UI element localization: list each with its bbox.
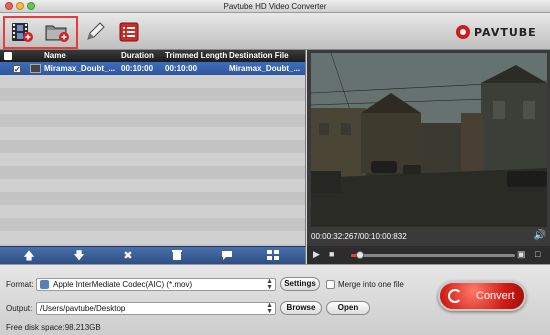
up-arrow-icon[interactable]: 🡅	[22, 249, 36, 263]
empty-row	[0, 75, 305, 88]
empty-row	[0, 140, 305, 153]
output-path-field[interactable]: /Users/pavtube/Desktop ▲ ▼	[36, 302, 276, 315]
timecode-display: 00:00:32:267/00:10:00:832	[311, 232, 407, 241]
edit-button[interactable]	[84, 21, 108, 43]
format-select[interactable]: Apple InterMediate Codec(AIC) (*.mov) ▲ ▼	[36, 278, 276, 291]
pavtube-logo-icon	[456, 25, 470, 39]
video-thumbnail-icon	[30, 64, 41, 73]
empty-row	[0, 231, 305, 244]
format-value: Apple InterMediate Codec(AIC) (*.mov)	[53, 280, 193, 289]
row-duration: 00:10:00	[121, 64, 154, 73]
window-title: Pavtube HD Video Converter	[223, 2, 327, 11]
table-row[interactable]: Miramax_Doubt_... 00:10:00 00:10:00 Mira…	[0, 62, 305, 76]
title-bar: Pavtube HD Video Converter	[0, 0, 550, 13]
dropdown-arrows-icon: ▲ ▼	[266, 278, 273, 291]
video-frame-image	[311, 53, 547, 227]
output-label: Output:	[6, 304, 33, 313]
merge-icon[interactable]	[266, 249, 280, 263]
maximize-window-button[interactable]	[27, 2, 35, 10]
empty-row	[0, 166, 305, 179]
task-list-button[interactable]	[118, 21, 142, 43]
column-duration[interactable]: Duration	[121, 50, 154, 62]
seek-handle[interactable]	[355, 251, 364, 259]
empty-row	[0, 192, 305, 205]
convert-label: Convert	[476, 290, 515, 302]
video-preview[interactable]	[311, 53, 547, 227]
row-trimmed: 00:10:00	[165, 64, 198, 73]
window-controls	[5, 2, 35, 10]
convert-icon	[448, 289, 462, 303]
minimize-window-button[interactable]	[16, 2, 24, 10]
merge-label: Merge into one file	[338, 280, 404, 289]
add-video-button[interactable]	[10, 21, 34, 43]
remove-icon[interactable]: ✖	[121, 249, 135, 263]
preview-panel: 00:00:32:267/00:10:00:832 🔊 ▶ ■ ▣ □	[307, 50, 550, 264]
column-name[interactable]: Name	[44, 50, 66, 62]
row-name: Miramax_Doubt_...	[44, 64, 116, 73]
browse-button[interactable]: Browse	[280, 301, 322, 315]
format-icon	[40, 280, 49, 290]
row-destination: Miramax_Doubt_...	[229, 64, 301, 73]
output-panel: Format: Apple InterMediate Codec(AIC) (*…	[0, 264, 550, 335]
snapshot-icon[interactable]: ▣	[517, 249, 526, 260]
close-window-button[interactable]	[5, 2, 13, 10]
list-action-bar: 🡅 🡇 ✖	[0, 246, 306, 264]
seek-bar[interactable]	[351, 254, 515, 257]
file-list: Name Duration Trimmed Length Destination…	[0, 50, 306, 246]
select-all-checkbox[interactable]	[4, 52, 12, 60]
format-label: Format:	[6, 280, 34, 289]
column-trimmed-length[interactable]: Trimmed Length	[165, 50, 227, 62]
list-icon	[119, 22, 139, 42]
empty-rows	[0, 75, 305, 246]
trash-icon[interactable]	[170, 249, 184, 263]
convert-button[interactable]: Convert	[438, 281, 526, 311]
open-button[interactable]: Open	[326, 301, 370, 315]
row-checkbox[interactable]	[13, 63, 21, 76]
empty-row	[0, 114, 305, 127]
empty-row	[0, 179, 305, 192]
merge-checkbox[interactable]	[326, 280, 335, 289]
comment-icon[interactable]	[220, 249, 234, 263]
column-destination-file[interactable]: Destination File	[229, 50, 289, 62]
free-disk-space: Free disk space:98.213GB	[6, 323, 101, 332]
pencil-icon	[87, 22, 105, 40]
empty-row	[0, 127, 305, 140]
toolbar: PAVTUBE	[0, 13, 550, 50]
empty-row	[0, 88, 305, 101]
dropdown-arrows-icon: ▲ ▼	[266, 302, 273, 315]
settings-button[interactable]: Settings	[280, 277, 320, 291]
volume-icon[interactable]: 🔊	[534, 230, 546, 241]
down-arrow-icon[interactable]: 🡇	[72, 249, 86, 263]
play-icon[interactable]: ▶	[313, 249, 320, 260]
brand-logo: PAVTUBE	[456, 25, 537, 39]
film-add-icon	[12, 23, 33, 42]
empty-row	[0, 205, 305, 218]
empty-row	[0, 153, 305, 166]
brand-text: PAVTUBE	[474, 25, 537, 39]
empty-row	[0, 101, 305, 114]
stop-icon[interactable]: ■	[329, 249, 334, 259]
empty-row	[0, 218, 305, 231]
add-folder-button[interactable]	[44, 21, 69, 43]
open-folder-icon[interactable]: □	[535, 249, 540, 259]
list-header: Name Duration Trimmed Length Destination…	[0, 50, 305, 62]
output-path-value: /Users/pavtube/Desktop	[40, 304, 126, 313]
folder-add-icon	[45, 25, 69, 42]
playback-controls: ▶ ■ ▣ □	[307, 246, 550, 264]
